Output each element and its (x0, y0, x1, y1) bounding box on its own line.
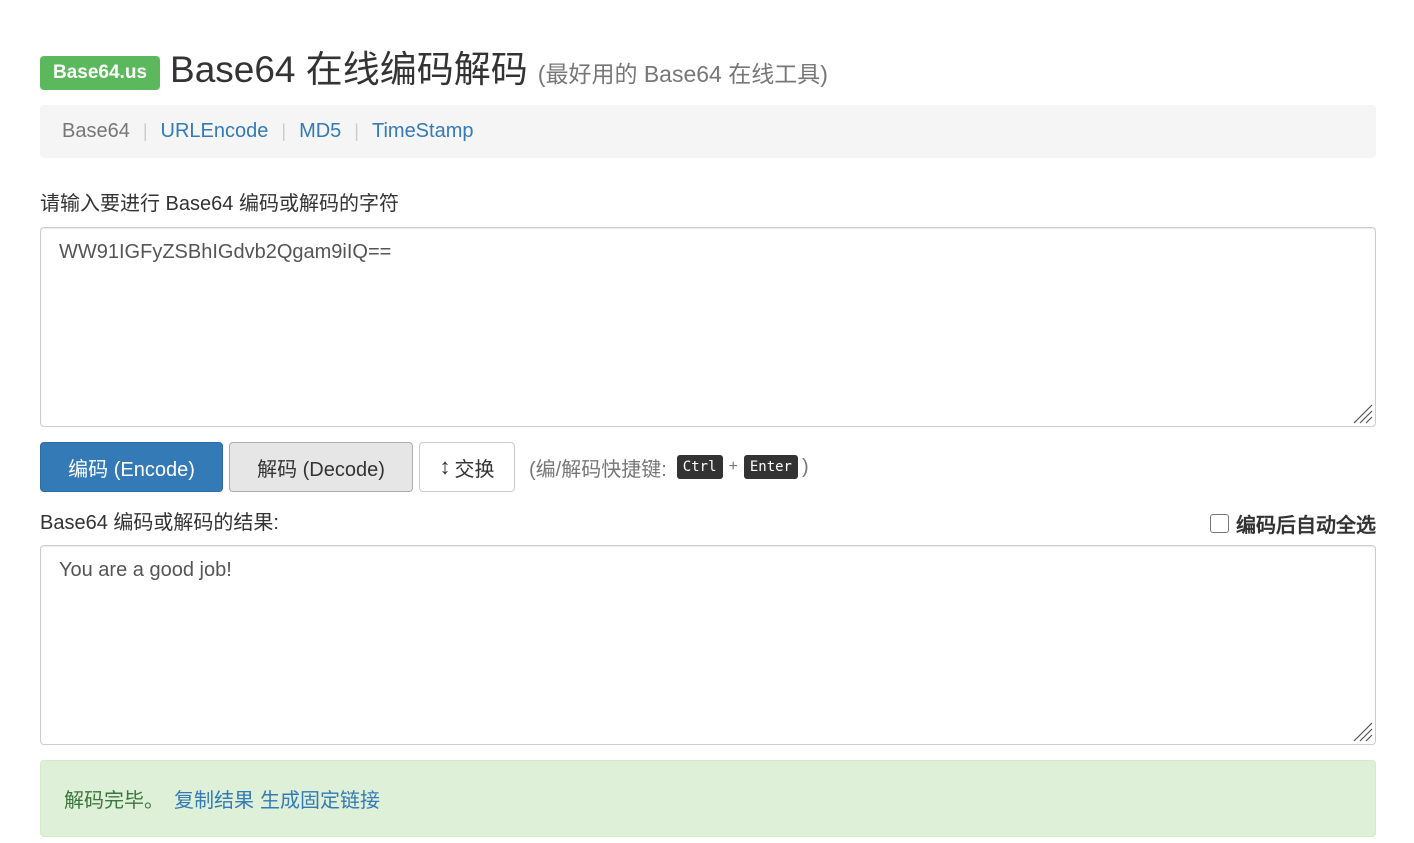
swap-button[interactable]: ↕ 交换 (419, 442, 515, 492)
shortcut-hint: (编/解码快捷键: Ctrl + Enter ) (529, 453, 809, 482)
output-textarea[interactable]: You are a good job! (40, 545, 1376, 745)
kbd-ctrl: Ctrl (676, 455, 723, 479)
header: Base64.us Base64 在线编码解码 (最好用的 Base64 在线工… (40, 46, 828, 98)
autoselect-label[interactable]: 编码后自动全选 (1236, 509, 1376, 538)
shortcut-suffix: ) (802, 455, 809, 478)
nav-separator: | (281, 121, 287, 141)
input-textarea[interactable]: WW91IGFyZSBhIGdvb2Qgam9iIQ== (40, 227, 1376, 427)
decode-button[interactable]: 解码 (Decode) (229, 442, 413, 492)
kbd-plus: + (728, 458, 738, 475)
autoselect-option[interactable]: 编码后自动全选 (1210, 509, 1376, 538)
action-buttons: 编码 (Encode) 解码 (Decode) ↕ 交换 (编/解码快捷键: C… (40, 442, 809, 492)
input-label: 请输入要进行 Base64 编码或解码的字符 (40, 193, 399, 215)
autoselect-checkbox[interactable] (1210, 514, 1229, 533)
resize-grip-icon[interactable] (1351, 720, 1373, 742)
page-subtitle: (最好用的 Base64 在线工具) (537, 61, 828, 87)
resize-grip-icon[interactable] (1351, 402, 1373, 424)
nav-item-timestamp[interactable]: TimeStamp (372, 120, 474, 143)
status-alert: 解码完毕。 复制结果 生成固定链接 (40, 760, 1376, 837)
shortcut-prefix: (编/解码快捷键: (529, 458, 667, 481)
nav-item-urlencode[interactable]: URLEncode (161, 120, 269, 143)
swap-arrows-icon: ↕ (439, 454, 451, 479)
output-text: You are a good job! (59, 559, 232, 581)
logo-badge[interactable]: Base64.us (40, 56, 161, 90)
permalink-link[interactable]: 生成固定链接 (260, 784, 380, 813)
input-text: WW91IGFyZSBhIGdvb2Qgam9iIQ== (59, 241, 392, 263)
nav-item-md5[interactable]: MD5 (299, 120, 341, 143)
page-title: Base64 在线编码解码 (170, 49, 528, 90)
nav-item-base64[interactable]: Base64 (62, 120, 130, 143)
nav-separator: | (142, 121, 148, 141)
copy-result-link[interactable]: 复制结果 (174, 784, 254, 813)
encode-button[interactable]: 编码 (Encode) (40, 442, 223, 492)
nav-bar: Base64 | URLEncode | MD5 | TimeStamp (40, 105, 1376, 158)
kbd-enter: Enter (743, 455, 798, 479)
alert-status-text: 解码完毕。 (64, 790, 164, 812)
nav-separator: | (354, 121, 359, 141)
page: Base64.us Base64 在线编码解码 (最好用的 Base64 在线工… (0, 0, 1414, 843)
swap-label: 交换 (454, 458, 495, 481)
result-label: Base64 编码或解码的结果: (40, 512, 279, 534)
